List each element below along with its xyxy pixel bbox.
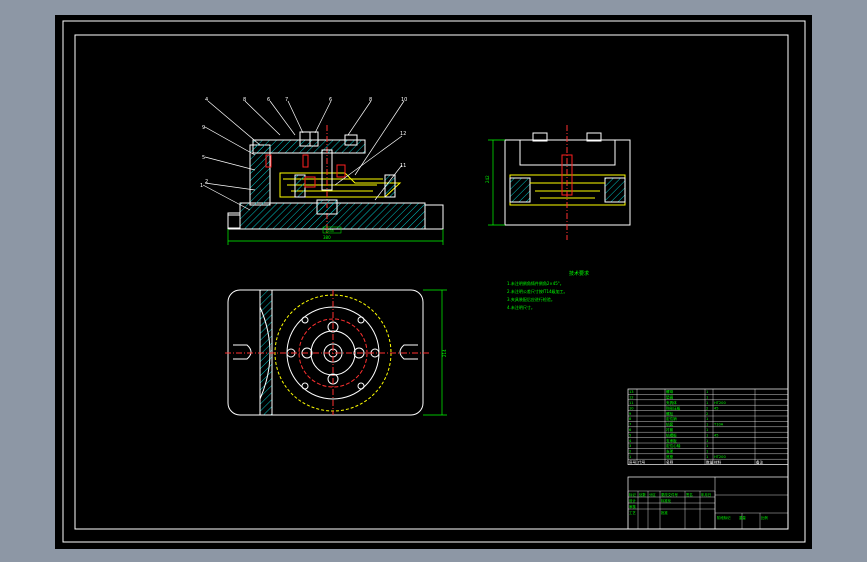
dimension-label: 1035: [325, 229, 334, 233]
bom-cell: 45: [714, 433, 719, 437]
balloon-label: 5: [202, 155, 205, 161]
bom-cell: 螺栓: [666, 411, 674, 416]
title-block-cell: 工艺: [629, 510, 636, 515]
bom-cell: 9: [629, 412, 632, 416]
top-view[interactable]: 214: [225, 289, 447, 416]
scale-label: 比例: [761, 515, 768, 520]
bom-cell: 螺母: [666, 389, 674, 394]
title-block-cell: 更改文件号: [661, 492, 679, 497]
bom-cell: T10A: [713, 423, 724, 427]
bom-cell: 垫圈: [666, 395, 674, 400]
bom-cell: 11: [629, 401, 634, 405]
bom-cell: 夹具体: [666, 400, 677, 405]
bom-cell: 2: [706, 412, 708, 416]
bom-cell: 钩形压板: [666, 405, 681, 410]
tech-requirement-line: 4.未注明尺寸。: [507, 304, 535, 310]
dimension-label: 214: [442, 349, 447, 357]
tech-requirements-title: 技术要求: [569, 270, 589, 277]
scale-label: 重量: [739, 515, 746, 520]
inner-frame: [74, 34, 789, 530]
bom-table: 13 螺母 112 垫圈 111 夹具体 1 HT20010 钩形压板 2 459 螺栓 28 定位销 17…: [627, 388, 789, 465]
bom-header-cell: 备注: [756, 459, 764, 464]
title-block-cell: 设计: [629, 498, 636, 503]
cad-viewport[interactable]: 4 8 6 7 6 8 10 9 5 12 1 2 11 380 1035 24…: [0, 0, 867, 562]
bom-cell: 1: [706, 450, 708, 454]
bom-cell: 1: [629, 455, 631, 459]
title-block-cell: 批准: [661, 510, 668, 515]
bom-cell: 1: [706, 423, 708, 427]
balloon-label: 8: [243, 97, 246, 103]
outer-frame: [62, 20, 806, 543]
scale-label: 阶段标记: [717, 515, 731, 520]
balloon-label: 11: [400, 163, 406, 169]
balloon-label: 10: [401, 97, 407, 103]
balloon-label: 1: [200, 183, 203, 189]
bom-cell: 12: [629, 396, 634, 400]
title-block: 标记 处数 分区 更改文件号 签名 年月日设计 标准化审核工艺 批准阶段标记 重量 比例: [627, 476, 789, 530]
bom-header-cell: 序号: [629, 459, 637, 464]
dimension-label: 242: [485, 175, 490, 183]
tech-requirement-line: 3.夹具装配后应进行检验。: [507, 296, 555, 302]
title-block-cell: 处数: [639, 492, 646, 497]
bom-cell: 1: [706, 401, 708, 405]
side-view[interactable]: 242: [485, 125, 631, 240]
front-view[interactable]: 4 8 6 7 6 8 10 9 5 12 1 2 11 380 1035: [200, 97, 444, 245]
bom-cell: 1: [706, 428, 708, 432]
bom-cell: 定位心轴: [666, 443, 681, 448]
title-block-cell: 审核: [629, 504, 636, 509]
balloon-label: 4: [205, 97, 208, 103]
title-block-cell: 标准化: [661, 498, 672, 503]
bom-cell: 4: [629, 439, 632, 443]
bom-cell: 钻模板: [666, 432, 677, 437]
bom-cell: 钻套: [666, 422, 674, 427]
bom-cell: 支架: [666, 449, 674, 454]
bom-cell: 8: [629, 417, 632, 421]
bom-cell: 1: [706, 396, 708, 400]
bom-cell: 定位销: [666, 416, 677, 421]
cad-drawing: 4 8 6 7 6 8 10 9 5 12 1 2 11 380 1035 24…: [62, 20, 806, 543]
bom-header-cell: 材料: [714, 459, 722, 464]
balloon-label: 8: [369, 97, 372, 103]
bom-cell: 1: [706, 433, 708, 437]
bom-cell: 1: [706, 390, 708, 394]
bom-header-cell: 代号: [638, 459, 646, 464]
technical-requirements: 技术要求 1.未注明倒角铸件倒角2×45°。 2.未注明公差尺寸按IT14级加工…: [507, 270, 589, 310]
bom-cell: HT200: [714, 401, 726, 405]
drawing-sheet: 4 8 6 7 6 8 10 9 5 12 1 2 11 380 1035 24…: [55, 15, 812, 549]
bom-cell: 2: [706, 406, 708, 410]
title-block-cell: 标记: [629, 492, 636, 497]
bom-cell: 2: [629, 450, 631, 454]
dimension-label: 380: [323, 235, 331, 240]
balloon-label: 2: [205, 179, 208, 185]
tech-requirement-line: 2.未注明公差尺寸按IT14级加工。: [507, 288, 568, 294]
title-block-cell: 分区: [649, 492, 656, 497]
bom-header-cell: 名称: [666, 459, 674, 464]
bom-cell: 底座: [666, 454, 674, 459]
balloon-label: 12: [400, 131, 406, 137]
bom-cell: 1: [706, 455, 708, 459]
bom-cell: 衬套: [666, 427, 674, 432]
bom-cell: 7: [629, 423, 631, 427]
bom-cell: 10: [629, 406, 634, 410]
title-block-cell: 签名: [686, 492, 693, 497]
bom-cell: 3: [629, 444, 631, 448]
bom-header-cell: 数量: [706, 459, 714, 464]
balloon-label: 7: [285, 97, 288, 103]
balloon-label: 6: [329, 97, 332, 103]
title-block-cell: 年月日: [701, 492, 711, 497]
bom-cell: 1: [706, 444, 708, 448]
balloon-label: 6: [267, 97, 270, 103]
bom-cell: 6: [629, 428, 632, 432]
bom-cell: 1: [706, 417, 708, 421]
bom-cell: 13: [629, 390, 634, 394]
balloon-label: 9: [202, 125, 205, 131]
bom-cell: 5: [629, 433, 631, 437]
tech-requirement-line: 1.未注明倒角铸件倒角2×45°。: [507, 280, 564, 286]
bom-cell: 45: [714, 406, 719, 410]
bom-cell: 1: [706, 439, 708, 443]
bom-cell: 支承板: [666, 438, 677, 443]
bom-cell: HT200: [714, 455, 726, 459]
